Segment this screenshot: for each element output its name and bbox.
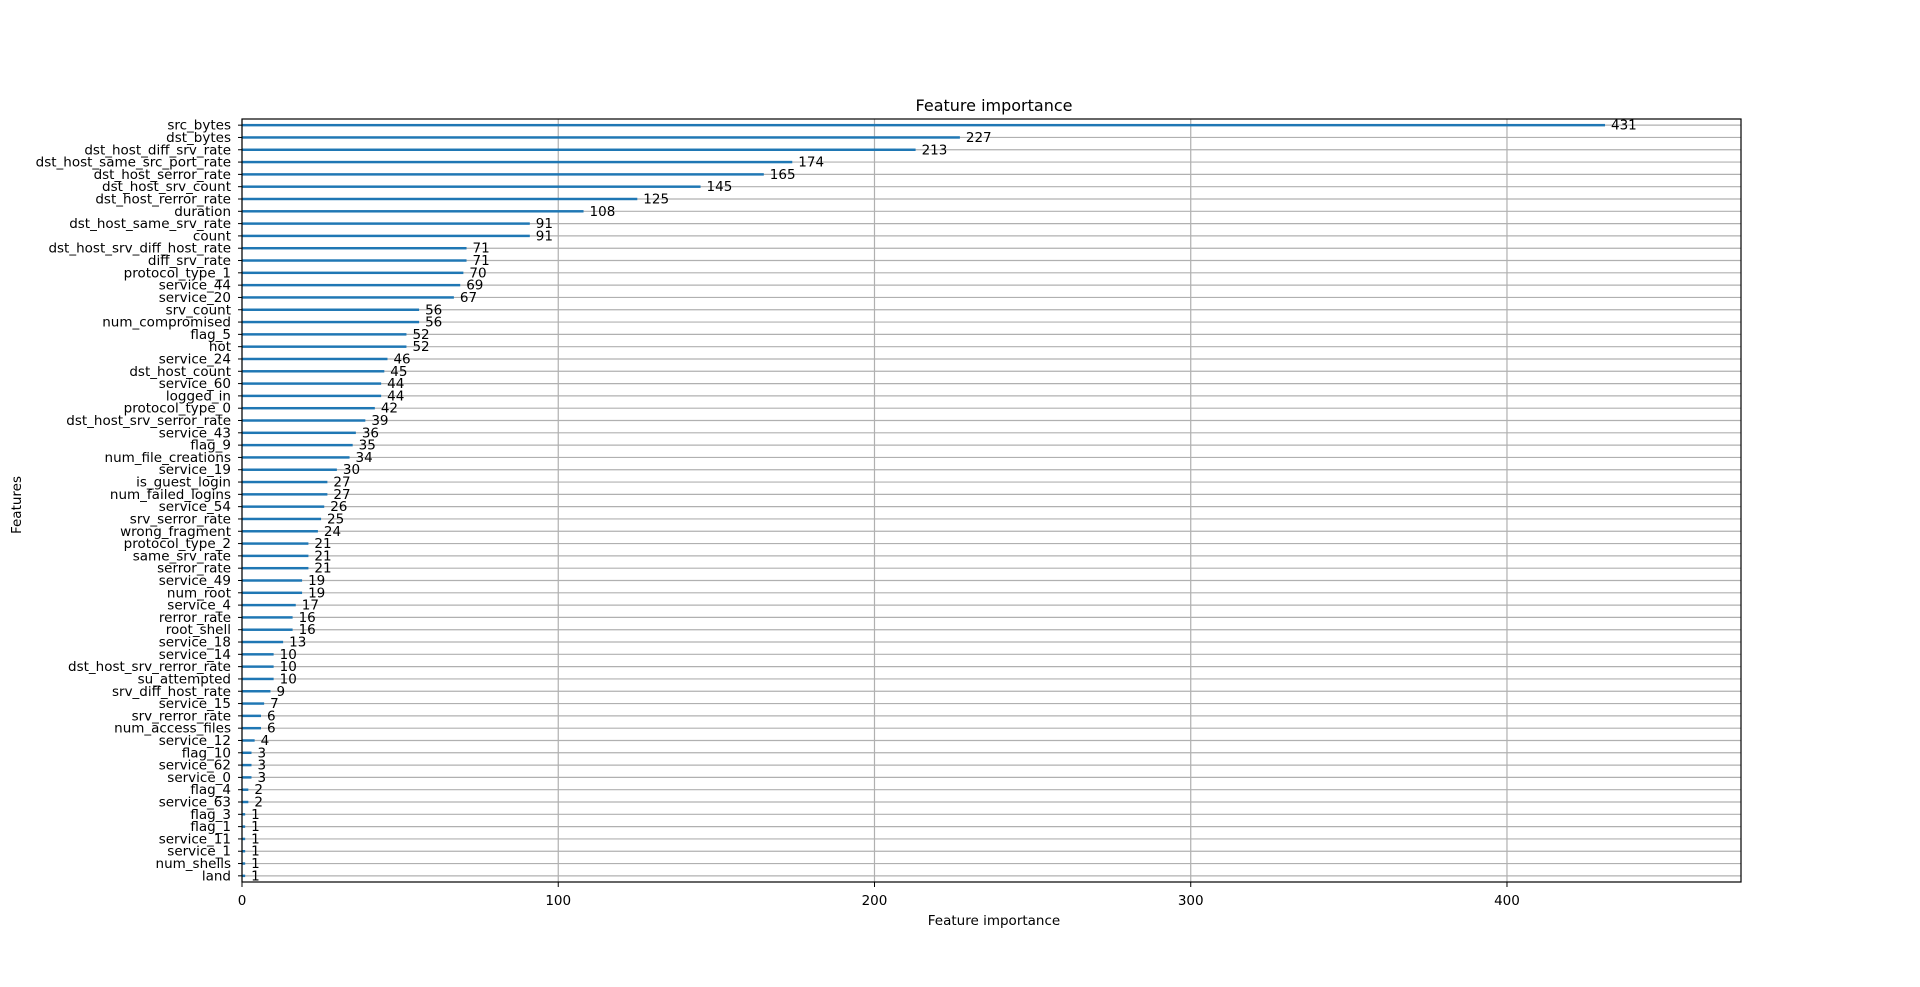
bar	[242, 480, 328, 484]
bar	[242, 628, 293, 631]
bar	[242, 665, 274, 668]
bar	[242, 640, 284, 644]
bar	[242, 714, 261, 718]
bar	[242, 160, 793, 164]
bar	[242, 259, 467, 262]
bar	[242, 739, 255, 742]
bar	[242, 406, 375, 410]
grid-layer	[241, 119, 1741, 882]
bar	[242, 148, 916, 151]
bar	[242, 566, 309, 570]
bar	[242, 542, 309, 545]
y-tick-label: land	[202, 868, 231, 884]
bar-value-label: 165	[770, 167, 796, 183]
x-tick-label: 100	[545, 893, 571, 909]
bar	[242, 554, 309, 558]
bar-value-label: 67	[460, 290, 477, 306]
bar	[242, 726, 261, 730]
bar-value-label: 227	[966, 130, 992, 146]
bar	[242, 677, 274, 681]
bar	[242, 493, 328, 496]
bar	[242, 345, 407, 348]
bar	[242, 185, 701, 188]
bar-value-label: 145	[707, 179, 733, 195]
chart-title: Feature importance	[916, 96, 1073, 115]
bar	[242, 320, 420, 324]
bar	[242, 468, 337, 471]
bar	[242, 296, 454, 299]
bar	[242, 653, 274, 656]
bar	[242, 210, 584, 213]
bar	[242, 788, 249, 791]
bar	[242, 123, 1606, 127]
bar	[242, 800, 249, 804]
bar	[242, 763, 252, 767]
x-tick-label: 0	[238, 893, 247, 909]
bar	[242, 419, 366, 422]
bar	[242, 271, 464, 275]
bar	[242, 136, 960, 139]
bar	[242, 776, 252, 779]
label-layer: 4312272131741651451251089191717170696756…	[251, 118, 1637, 885]
bar	[242, 234, 530, 238]
feature-importance-chart: Feature importance Feature importance Fe…	[0, 0, 1920, 983]
bar	[242, 197, 638, 201]
bar-value-label: 431	[1611, 118, 1637, 134]
bar	[242, 308, 420, 311]
y-axis-label: Features	[9, 476, 25, 534]
x-tick-label: 300	[1178, 893, 1204, 909]
bar	[242, 333, 407, 336]
bar	[242, 222, 530, 225]
bar	[242, 283, 461, 287]
bar-value-label: 213	[922, 142, 948, 158]
bar-value-label: 174	[798, 155, 824, 171]
bar-value-label: 91	[536, 228, 553, 244]
bar	[242, 751, 252, 755]
bar	[242, 591, 303, 595]
bar-value-label: 108	[590, 204, 616, 220]
bar	[242, 579, 303, 582]
bar	[242, 431, 356, 435]
bar	[242, 382, 382, 385]
bar	[242, 173, 764, 176]
bar	[242, 456, 350, 459]
bar	[242, 690, 271, 693]
bar	[242, 357, 388, 361]
bar-layer	[242, 123, 1606, 878]
bar	[242, 443, 353, 447]
bar	[242, 702, 265, 705]
bar	[242, 505, 325, 508]
chart-canvas: Feature importance Feature importance Fe…	[9, 96, 1742, 929]
bar	[242, 603, 296, 607]
bar-value-label: 125	[643, 191, 669, 207]
bar	[242, 530, 318, 533]
bar	[242, 246, 467, 250]
bar	[242, 616, 293, 619]
x-tick-label: 400	[1494, 893, 1520, 909]
plot-frame	[241, 118, 1742, 883]
x-tick-label: 200	[862, 893, 888, 909]
bar	[242, 394, 382, 398]
bar	[242, 517, 322, 521]
bar-value-label: 52	[412, 339, 429, 355]
bar	[242, 370, 385, 373]
x-axis-label: Feature importance	[928, 913, 1060, 929]
